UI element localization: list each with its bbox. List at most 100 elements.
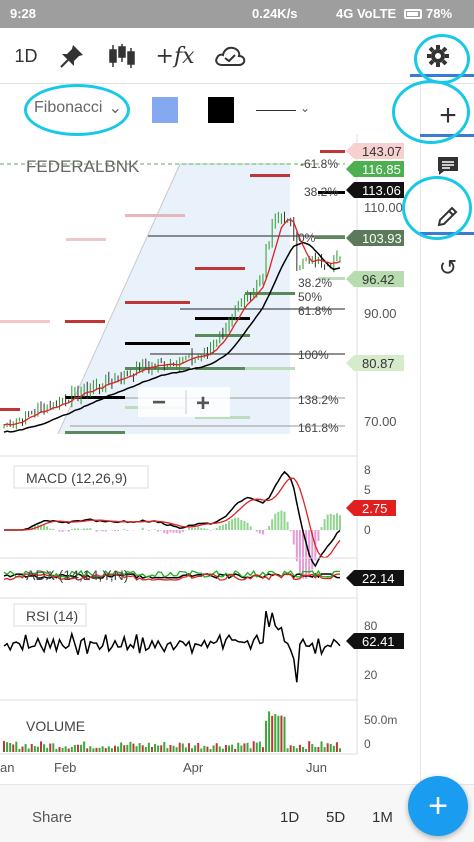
price-tag-103: 103.93 [346, 230, 404, 246]
add-active-indicator [420, 134, 474, 137]
macd-histogram-bar [249, 526, 252, 530]
add-button[interactable]: + [421, 96, 474, 136]
volume-bar [39, 741, 42, 752]
volume-bar [64, 746, 67, 752]
volume-bar [218, 746, 221, 752]
macd-histogram-bar [289, 530, 292, 532]
volume-bar [339, 748, 341, 752]
volume-bar [237, 742, 240, 752]
price-tag-96: 96.42 [346, 271, 404, 287]
fib-label-0: 0% [298, 231, 316, 245]
range-1d-button[interactable]: 1D [280, 809, 299, 826]
volume-bar [27, 748, 30, 752]
volume-bar [194, 745, 197, 752]
macd-histogram-bar [221, 524, 224, 530]
chart-area[interactable]: FEDERALBNK -61.8% 38.2% 0% 38.2% 50% 61.… [0, 134, 420, 784]
volume-bar [311, 744, 314, 752]
undo-icon[interactable]: ↺ [421, 248, 474, 288]
candlestick-icon[interactable] [106, 38, 138, 74]
macd-histogram-bar [246, 522, 249, 530]
macd-value-tag: 2.75 [346, 500, 396, 516]
macd-histogram-bar [181, 530, 184, 533]
volume-bar [320, 741, 323, 752]
gear-icon[interactable] [422, 38, 454, 74]
add-fab-button[interactable]: + [408, 776, 468, 836]
volume-bar [292, 745, 295, 752]
volume-bar [104, 748, 107, 752]
volume-bar [187, 743, 190, 752]
rsi-label: RSI (14) [26, 608, 78, 624]
drawing-tool-select[interactable]: Fibonacci ⌄ [34, 98, 122, 118]
macd-histogram-bar [70, 528, 73, 530]
indicators-fx-button[interactable]: +fx [156, 38, 195, 74]
volume-bar [73, 745, 76, 752]
macd-histogram-bar [95, 530, 98, 532]
volume-bar [101, 746, 104, 752]
zoom-out-button[interactable]: − [152, 389, 166, 416]
macd-histogram-bar [215, 527, 218, 530]
svg-text:116.85: 116.85 [362, 162, 401, 177]
interval-button[interactable]: 1D [10, 38, 42, 74]
volume-bar [33, 746, 36, 752]
volume-bar [147, 742, 150, 752]
macd-histogram-bar [104, 530, 107, 532]
volume-bar [231, 744, 234, 752]
volume-bar [169, 745, 172, 752]
volume-bar [21, 746, 24, 752]
volume-bar [271, 715, 274, 752]
macd-histogram-bar [83, 528, 86, 530]
cloud-check-icon[interactable] [212, 38, 248, 74]
volume-bar [228, 745, 231, 752]
macd-histogram-bar [187, 527, 190, 530]
macd-histogram-bar [61, 530, 64, 532]
zoom-in-button[interactable]: + [196, 390, 210, 417]
volume-bar [70, 746, 73, 752]
macd-histogram-bar [286, 521, 289, 530]
fib-label-neg61: -61.8% [300, 157, 338, 171]
macd-histogram-bar [335, 513, 338, 530]
pencil-active-indicator [420, 232, 474, 235]
volume-bar [308, 741, 311, 752]
line-color-swatch[interactable] [208, 97, 234, 123]
volume-bar [36, 746, 39, 752]
price-tag-113: 113.06 [346, 182, 404, 198]
volume-bar [295, 748, 298, 752]
volume-bar [83, 741, 86, 752]
volume-bar [141, 745, 144, 752]
price-chart[interactable]: FEDERALBNK -61.8% 38.2% 0% 38.2% 50% 61.… [0, 134, 420, 784]
chevron-down-icon[interactable]: ⌄ [300, 101, 310, 115]
status-battery: 78% [404, 6, 452, 21]
line-style-selector[interactable] [256, 110, 296, 111]
macd-histogram-bar [237, 517, 240, 530]
right-sidebar: + ↺ [420, 84, 474, 784]
macd-histogram-bar [298, 530, 301, 573]
fill-color-swatch[interactable] [152, 97, 178, 123]
volume-bar [200, 748, 203, 752]
volume-bar [224, 745, 227, 752]
macd-histogram-bar [228, 521, 231, 530]
volume-bar [9, 742, 12, 752]
macd-histogram-bar [166, 530, 169, 534]
pin-icon[interactable] [56, 38, 88, 74]
macd-histogram-bar [52, 528, 55, 530]
comment-icon[interactable] [421, 146, 474, 186]
svg-text:103.93: 103.93 [362, 231, 402, 246]
fib-label-618: 61.8% [298, 304, 332, 318]
share-button[interactable]: Share [32, 809, 72, 826]
volume-bar [206, 746, 209, 752]
pencil-icon[interactable] [421, 196, 474, 236]
svg-text:113.06: 113.06 [362, 183, 401, 198]
volume-bar [166, 748, 169, 752]
range-1m-button[interactable]: 1M [372, 809, 393, 826]
volume-bar [240, 745, 243, 752]
svg-text:96.42: 96.42 [362, 272, 395, 287]
range-5d-button[interactable]: 5D [326, 809, 345, 826]
volume-bar [129, 741, 132, 752]
volume-bar [76, 744, 79, 752]
macd-histogram-bar [49, 528, 52, 530]
volume-bar [160, 745, 163, 752]
volume-bar [326, 743, 329, 752]
volume-bar [332, 745, 335, 752]
volume-bar [261, 747, 264, 752]
volume-bar [314, 747, 317, 752]
